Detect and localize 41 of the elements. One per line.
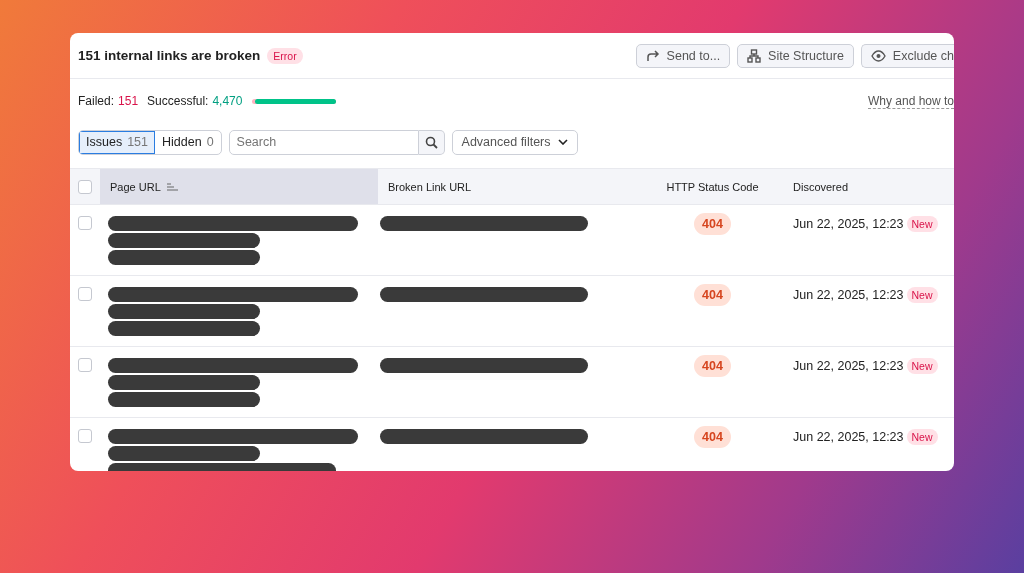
- discovered-date: Jun 22, 2025, 12:23: [793, 358, 904, 373]
- report-title: 151 internal links are broken: [78, 48, 261, 63]
- column-header: HTTP Status Code: [666, 180, 759, 193]
- discovered-date: Jun 22, 2025, 12:23: [793, 216, 904, 231]
- sort-icon[interactable]: [166, 182, 178, 191]
- failed-label: Failed:: [78, 94, 115, 108]
- checkbox[interactable]: [78, 216, 92, 230]
- filter-tab[interactable]: Hidden 0: [155, 130, 221, 154]
- column-header: Broken Link URL: [388, 180, 472, 193]
- checkbox[interactable]: [78, 429, 92, 443]
- help-link[interactable]: Why and how to: [867, 93, 954, 109]
- search-field[interactable]: Search: [228, 129, 419, 155]
- column-header: Discovered: [793, 180, 849, 193]
- chevron-down-icon: [557, 139, 568, 145]
- checkbox[interactable]: [78, 287, 92, 301]
- failed-count: 151: [118, 94, 139, 108]
- status-code-badge: 404: [694, 284, 731, 306]
- error-badge: Error: [267, 47, 303, 64]
- new-badge: New: [906, 216, 938, 232]
- new-badge: New: [906, 358, 938, 374]
- filter-tab[interactable]: Issues 151: [79, 130, 155, 154]
- status-code-badge: 404: [694, 426, 731, 448]
- action-button[interactable]: Site Structure: [737, 43, 854, 68]
- status-code-badge: 404: [694, 213, 731, 235]
- eye-icon: [870, 49, 886, 62]
- discovered-date: Jun 22, 2025, 12:23: [793, 287, 904, 302]
- action-button[interactable]: Send to...: [635, 43, 731, 68]
- discovered-date: Jun 22, 2025, 12:23: [793, 429, 904, 444]
- status-code-badge: 404: [694, 355, 731, 377]
- successful-count: 4,470: [212, 94, 243, 108]
- search-icon[interactable]: [418, 129, 445, 155]
- share-arrow-icon: [645, 48, 660, 63]
- sitemap-icon: [747, 48, 762, 63]
- advanced-filters-dropdown[interactable]: Advanced filters: [451, 129, 578, 155]
- action-button[interactable]: Exclude ch: [860, 43, 954, 68]
- successful-label: Successful:: [147, 94, 209, 108]
- checkbox[interactable]: [78, 358, 92, 372]
- column-header[interactable]: Page URL: [110, 180, 161, 193]
- new-badge: New: [906, 429, 938, 445]
- new-badge: New: [906, 287, 938, 303]
- checkbox[interactable]: [78, 179, 92, 194]
